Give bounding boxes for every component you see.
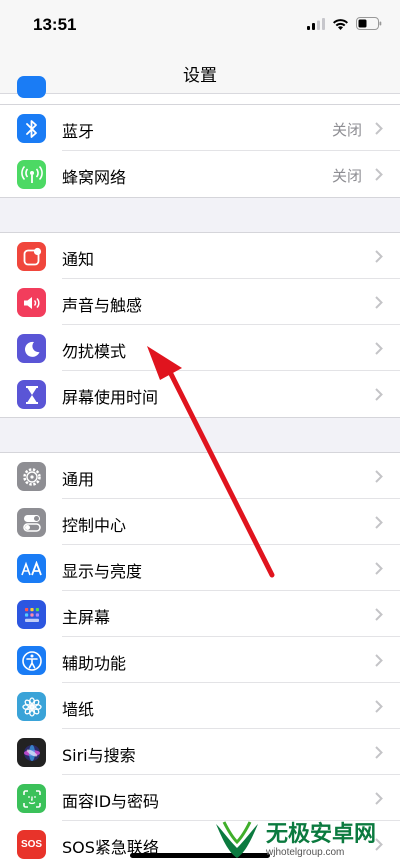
partial-blue-icon [17, 76, 46, 98]
settings-row-sounds[interactable]: 声音与触感 [0, 279, 400, 325]
settings-row-label: 面容ID与密码 [62, 792, 160, 811]
watermark-url: wjhotelgroup.com [266, 847, 345, 858]
chevron-right-icon [375, 342, 383, 355]
settings-row-label: 通知 [62, 250, 95, 269]
display-aa-icon [17, 554, 46, 583]
settings-row-label: 通用 [62, 470, 95, 489]
settings-row-label: 蜂窝网络 [62, 168, 127, 187]
page-title: 设置 [183, 66, 217, 86]
chevron-right-icon [375, 470, 383, 483]
bluetooth-icon [17, 114, 46, 143]
chevron-right-icon [375, 654, 383, 667]
watermark-logo-icon [216, 821, 258, 858]
settings-row-cellular[interactable]: 蜂窝网络 关闭 [0, 151, 400, 197]
settings-row-label: 屏幕使用时间 [62, 388, 159, 407]
settings-row-bluetooth[interactable]: 蓝牙 关闭 [0, 105, 400, 151]
chevron-right-icon [375, 388, 383, 401]
status-icons [307, 17, 382, 30]
face-id-icon [17, 784, 46, 813]
settings-row-label: 显示与亮度 [62, 562, 143, 581]
settings-row-label: 墙纸 [62, 700, 95, 719]
settings-row-label: 声音与触感 [62, 296, 143, 315]
settings-row-display[interactable]: 显示与亮度 [0, 545, 400, 591]
settings-group-connectivity: 蓝牙 关闭 蜂窝网络 关闭 [0, 104, 400, 198]
cellular-signal-icon [307, 17, 325, 30]
settings-row-home-screen[interactable]: 主屏幕 [0, 591, 400, 637]
settings-group-notifications: 通知 声音与触感 勿扰模式 屏幕使用时间 [0, 232, 400, 418]
wallpaper-flower-icon [17, 692, 46, 721]
settings-row-label: 控制中心 [62, 516, 127, 535]
battery-icon [356, 17, 382, 30]
status-time: 13:51 [33, 15, 77, 34]
chevron-right-icon [375, 746, 383, 759]
partial-row[interactable] [0, 76, 400, 104]
settings-row-control-center[interactable]: 控制中心 [0, 499, 400, 545]
hourglass-icon [17, 380, 46, 409]
gear-icon [17, 462, 46, 491]
sounds-icon [17, 288, 46, 317]
chevron-right-icon [375, 516, 383, 529]
chevron-right-icon [375, 562, 383, 575]
settings-row-siri[interactable]: Siri与搜索 [0, 729, 400, 775]
settings-row-notifications[interactable]: 通知 [0, 233, 400, 279]
chevron-right-icon [375, 168, 383, 181]
status-bar: 13:51 [0, 0, 400, 50]
wifi-icon [333, 18, 348, 30]
settings-row-face-id[interactable]: 面容ID与密码 [0, 775, 400, 821]
chevron-right-icon [375, 122, 383, 135]
settings-group-general: 通用 控制中心 显示与亮度 主屏幕 辅助功能 墙纸 Siri与搜索 面容ID与密… [0, 452, 400, 866]
settings-row-accessibility[interactable]: 辅助功能 [0, 637, 400, 683]
settings-row-label: 辅助功能 [62, 654, 127, 673]
settings-row-wallpaper[interactable]: 墙纸 [0, 683, 400, 729]
settings-row-general[interactable]: 通用 [0, 453, 400, 499]
moon-icon [17, 334, 46, 363]
chevron-right-icon [375, 296, 383, 309]
settings-row-label: Siri与搜索 [62, 746, 136, 765]
settings-row-do-not-disturb[interactable]: 勿扰模式 [0, 325, 400, 371]
watermark: 无极安卓网 wjhotelgroup.com [212, 816, 400, 866]
chevron-right-icon [375, 792, 383, 805]
chevron-right-icon [375, 250, 383, 263]
cellular-icon [17, 160, 46, 189]
toggles-icon [17, 508, 46, 537]
home-screen-icon [17, 600, 46, 629]
settings-row-value: 关闭 [331, 167, 362, 185]
notifications-icon [17, 242, 46, 271]
siri-icon [17, 738, 46, 767]
settings-row-label: 勿扰模式 [62, 342, 127, 361]
settings-row-screen-time[interactable]: 屏幕使用时间 [0, 371, 400, 417]
accessibility-icon [17, 646, 46, 675]
settings-row-value: 关闭 [331, 121, 362, 139]
settings-row-label: 主屏幕 [62, 608, 111, 627]
watermark-text: 无极安卓网 [266, 822, 377, 847]
chevron-right-icon [375, 608, 383, 621]
settings-row-label: 蓝牙 [62, 122, 95, 141]
sos-icon: SOS [17, 830, 46, 859]
chevron-right-icon [375, 700, 383, 713]
nav-bar: 设置 [0, 50, 400, 94]
